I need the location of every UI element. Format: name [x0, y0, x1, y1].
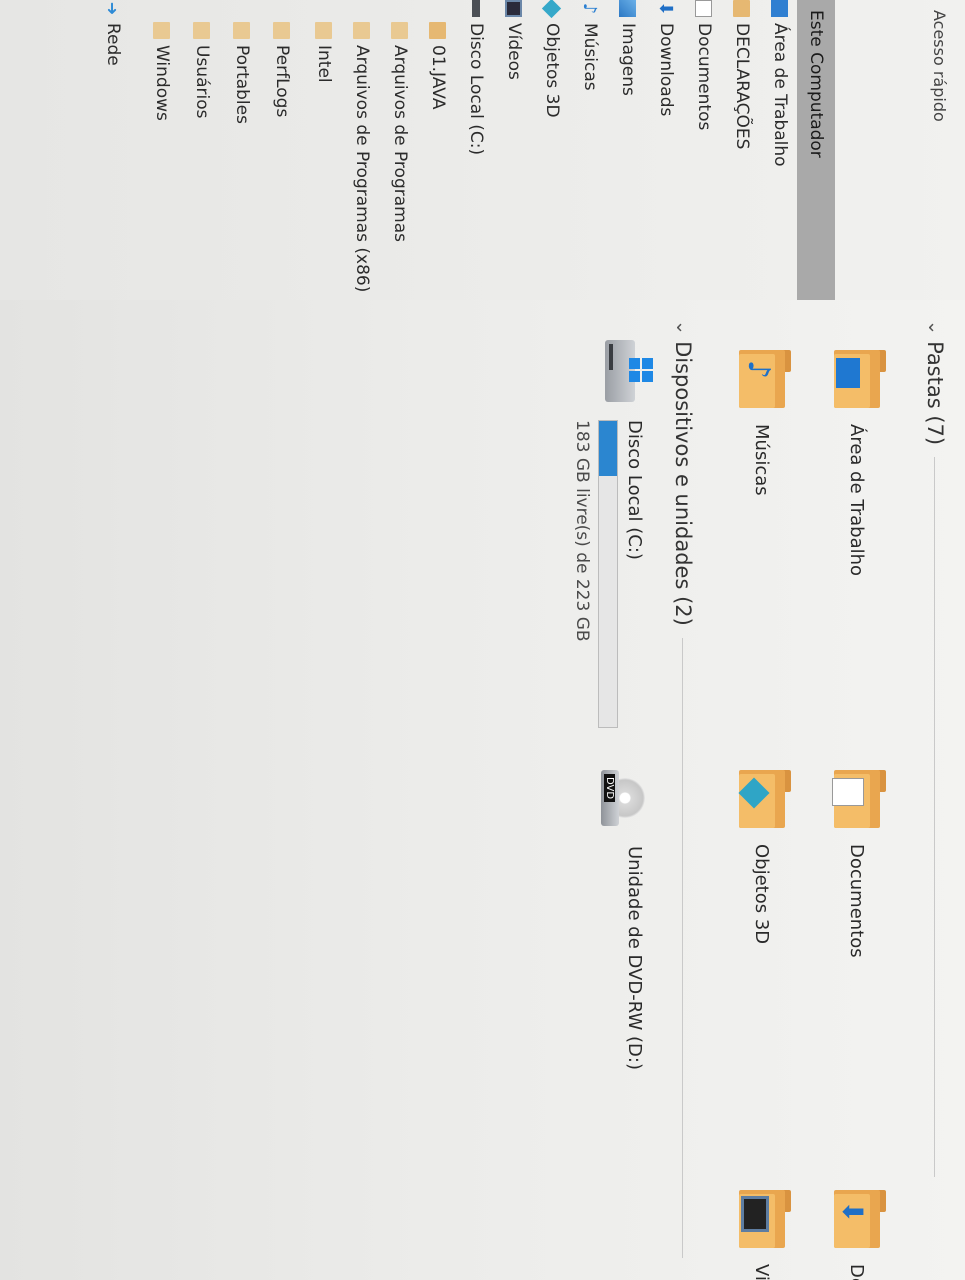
drive-free-space: 183 GB livre(s) de 223 GB [572, 420, 592, 642]
sidebar-item-label: Área de Trabalho [770, 23, 790, 167]
sidebar-item-label: Documentos [694, 23, 714, 131]
sidebar-item-documentos[interactable]: Documentos [687, 0, 721, 300]
desktop-icon [771, 0, 789, 17]
folder-icon [353, 22, 371, 39]
folder-tile-label: Documentos [846, 844, 868, 958]
folder-icon [153, 22, 171, 39]
sidebar-item-label: Downloads [656, 23, 676, 117]
dvd-badge: DVD [604, 774, 615, 803]
folder-icon [733, 0, 751, 17]
sidebar-item-portables[interactable]: Portables [225, 22, 259, 322]
sidebar-item-label: Windows [152, 45, 172, 121]
sidebar-item-label: Objetos 3D [542, 23, 562, 118]
downloads-icon: ⬇ [655, 0, 677, 17]
folder-icon [233, 22, 251, 39]
drive-icon [472, 0, 480, 17]
sidebar-item-label: Arquivos de Programas [390, 45, 410, 242]
videos-icon [505, 0, 523, 17]
sidebar-item-label: Portables [232, 45, 252, 124]
folder-tile-musicas[interactable]: ♪ Músicas [739, 350, 791, 496]
drive-tile-d[interactable]: DVD Unidade de DVD-RW (D:) [595, 770, 645, 1070]
desktop-folder-icon [834, 350, 886, 408]
nav-quick-access[interactable]: Acesso rápido [923, 10, 957, 310]
sidebar-item-label: Imagens [618, 23, 638, 96]
music-icon: ♪ [579, 2, 601, 15]
devices-group-title: Dispositivos e unidades (2) [671, 341, 695, 626]
sidebar-item-declaracoes[interactable]: DECLARAÇÕES [725, 0, 759, 300]
folder-tile-area-de-trabalho[interactable]: Área de Trabalho [834, 350, 886, 577]
folder-tile-label: Área de Trabalho [846, 424, 868, 577]
folder-tile-objetos-3d[interactable]: Objetos 3D [738, 770, 791, 945]
dvd-drive-icon: DVD [595, 770, 645, 830]
pictures-icon [619, 0, 637, 17]
sidebar-item-windows[interactable]: Windows [145, 22, 179, 322]
sidebar-item-downloads[interactable]: ⬇ Downloads [649, 0, 683, 300]
folder-tile-videos[interactable]: Vi [739, 1190, 791, 1280]
music-folder-icon: ♪ [739, 350, 791, 408]
folder-tile-label: Vi [751, 1264, 773, 1280]
drive-usage-bar [598, 420, 618, 728]
devices-group-header[interactable]: ⌄ Dispositivos e unidades (2) [671, 320, 695, 1258]
sidebar-item-imagens[interactable]: Imagens [611, 0, 645, 300]
objects-3d-folder-icon [738, 770, 791, 828]
sidebar-item-usuarios[interactable]: Usuários [185, 22, 219, 322]
drive-name: Disco Local (C:) [624, 420, 645, 560]
sidebar-item-label: Rede [103, 23, 123, 66]
content-pane: ⌄ Pastas (7) Área de Trabalho Documentos… [0, 300, 965, 1280]
sidebar-item-musicas[interactable]: ♪ Músicas [573, 0, 607, 300]
sidebar-item-label: Usuários [192, 45, 212, 119]
sidebar-item-perflogs[interactable]: PerfLogs [265, 22, 299, 322]
sidebar-item-arquivos-de-programas-x86[interactable]: Arquivos de Programas (x86) [345, 22, 379, 322]
sidebar-item-intel[interactable]: Intel [307, 22, 341, 322]
chevron-down-icon: ⌄ [924, 320, 946, 336]
drive-name: Unidade de DVD-RW (D:) [624, 846, 645, 1070]
drive-tile-c[interactable]: Disco Local (C:) 183 GB livre(s) de 223 … [572, 340, 653, 728]
nav-this-pc-label: Este Computador [806, 10, 826, 158]
folder-tile-downloads[interactable]: ⬇ De [834, 1190, 886, 1280]
drive-usage-fill [599, 421, 617, 476]
group-divider [934, 457, 936, 1178]
hard-drive-icon [601, 340, 653, 404]
folder-tile-label: Objetos 3D [751, 844, 773, 945]
sidebar-item-label: Vídeos [504, 23, 524, 80]
sidebar-item-label: Músicas [580, 23, 600, 91]
documents-icon [695, 0, 713, 17]
network-icon: ➜ [103, 1, 123, 16]
folder-icon [429, 22, 447, 39]
sidebar-item-label: Intel [314, 45, 334, 83]
sidebar-item-desktop[interactable]: Área de Trabalho [763, 0, 797, 300]
folder-icon [315, 22, 333, 39]
sidebar-item-label: DECLARAÇÕES [732, 23, 752, 150]
folder-icon [193, 22, 211, 39]
chevron-down-icon: ⌄ [672, 320, 694, 336]
downloads-folder-icon: ⬇ [834, 1190, 886, 1248]
sidebar-item-objetos-3d[interactable]: Objetos 3D [535, 0, 569, 300]
videos-folder-icon [739, 1190, 791, 1248]
nav-this-pc[interactable]: Este Computador [797, 0, 835, 300]
folder-icon [273, 22, 291, 39]
navigation-pane[interactable]: Acesso rápido Este Computador Área de Tr… [0, 0, 965, 300]
sidebar-item-rede[interactable]: ➜ Rede [96, 0, 130, 300]
folder-tile-label: Músicas [751, 424, 773, 496]
folders-group-title: Pastas (7) [923, 341, 947, 446]
nav-quick-access-label: Acesso rápido [930, 10, 950, 122]
folder-icon [391, 22, 409, 39]
file-explorer-window: Acesso rápido Este Computador Área de Tr… [0, 0, 965, 1280]
objects-3d-icon [542, 0, 562, 19]
sidebar-item-label: 01.JAVA [428, 45, 448, 110]
folders-group-header[interactable]: ⌄ Pastas (7) [923, 320, 947, 1178]
group-divider [682, 637, 684, 1258]
sidebar-item-label: Disco Local (C:) [466, 23, 486, 156]
folder-tile-documentos[interactable]: Documentos [832, 770, 886, 958]
sidebar-item-videos[interactable]: Vídeos [497, 0, 531, 300]
sidebar-item-01-java[interactable]: 01.JAVA [421, 22, 455, 322]
documents-folder-icon [832, 770, 886, 828]
sidebar-item-disco-local[interactable]: Disco Local (C:) [459, 0, 493, 300]
sidebar-item-label: PerfLogs [272, 45, 292, 118]
windows-logo-icon [629, 358, 653, 382]
sidebar-item-label: Arquivos de Programas (x86) [352, 45, 372, 293]
folder-tile-label: De [846, 1264, 868, 1280]
sidebar-item-arquivos-de-programas[interactable]: Arquivos de Programas [383, 22, 417, 322]
